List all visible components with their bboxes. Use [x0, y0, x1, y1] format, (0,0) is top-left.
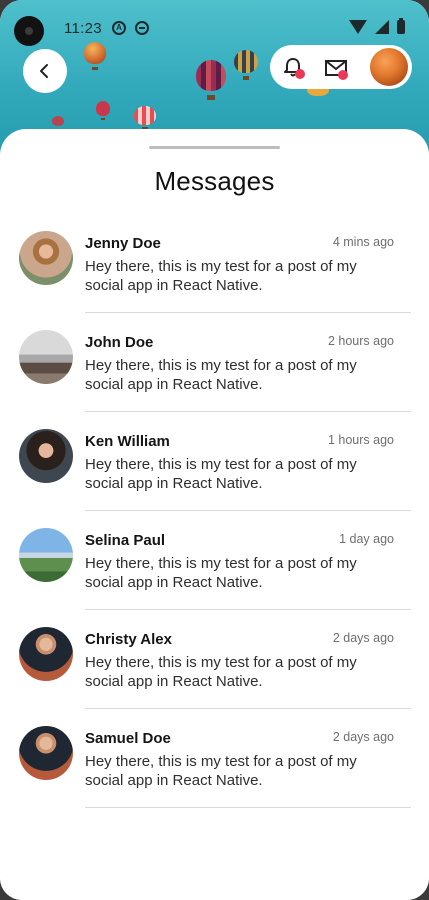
- message-preview: Hey there, this is my test for a post of…: [85, 258, 357, 294]
- message-preview: Hey there, this is my test for a post of…: [85, 555, 357, 591]
- sender-name: Selina Paul: [85, 532, 166, 549]
- signal-icon: [375, 20, 389, 34]
- avatar: [19, 627, 73, 681]
- message-time: 2 days ago: [332, 730, 394, 744]
- message-time: 1 day ago: [339, 532, 394, 546]
- divider: [85, 708, 411, 709]
- system-icons: [349, 18, 405, 34]
- notification-button[interactable]: [282, 56, 305, 79]
- do-not-disturb-icon: [135, 21, 149, 35]
- divider: [85, 609, 411, 610]
- battery-icon: [397, 18, 405, 34]
- avatar: [19, 429, 73, 483]
- messages-button[interactable]: [324, 58, 348, 80]
- hot-air-balloon-image: [134, 106, 156, 130]
- message-time: 2 hours ago: [327, 334, 394, 348]
- sender-name: Christy Alex: [85, 631, 172, 648]
- camera-cutout: [14, 16, 44, 46]
- message-time: 1 hours ago: [327, 433, 394, 447]
- sender-name: John Doe: [85, 334, 154, 351]
- avatar: [19, 330, 73, 384]
- divider: [85, 807, 411, 808]
- chevron-left-icon: [40, 64, 48, 78]
- back-button[interactable]: [23, 49, 67, 93]
- avatar: [19, 528, 73, 582]
- divider: [85, 411, 411, 412]
- message-row[interactable]: Christy Alex 2 days ago Hey there, this …: [0, 627, 429, 726]
- avatar: [19, 726, 73, 780]
- message-row[interactable]: John Doe 2 hours ago Hey there, this is …: [0, 330, 429, 429]
- message-row[interactable]: Samuel Doe 2 days ago Hey there, this is…: [0, 726, 429, 825]
- message-preview: Hey there, this is my test for a post of…: [85, 753, 357, 789]
- sender-name: Samuel Doe: [85, 730, 171, 747]
- message-badge: [338, 70, 348, 80]
- header-actions: [270, 45, 412, 89]
- message-row[interactable]: Selina Paul 1 day ago Hey there, this is…: [0, 528, 429, 627]
- divider: [85, 312, 411, 313]
- message-preview: Hey there, this is my test for a post of…: [85, 357, 357, 393]
- sender-name: Jenny Doe: [85, 235, 161, 252]
- avatar: [19, 231, 73, 285]
- hot-air-balloon-image: [96, 101, 110, 120]
- message-time: 2 days ago: [332, 631, 394, 645]
- message-row[interactable]: Jenny Doe 4 mins ago Hey there, this is …: [0, 231, 429, 330]
- sender-name: Ken William: [85, 433, 170, 450]
- divider: [85, 510, 411, 511]
- status-time: 11:23: [64, 20, 102, 37]
- messages-sheet: Messages Jenny Doe 4 mins ago Hey there,…: [0, 129, 429, 900]
- message-preview: Hey there, this is my test for a post of…: [85, 654, 357, 690]
- notification-badge: [295, 69, 305, 79]
- phone-screen: 11:23 A Messages Jenny Doe 4 mins ago He…: [0, 0, 429, 900]
- hot-air-balloon-image: [52, 116, 64, 129]
- wifi-icon: [349, 20, 367, 34]
- message-preview: Hey there, this is my test for a post of…: [85, 456, 357, 492]
- hot-air-balloon-image: [196, 60, 226, 100]
- notification-a-icon: A: [112, 21, 126, 35]
- profile-avatar[interactable]: [370, 48, 408, 86]
- page-title: Messages: [154, 166, 275, 196]
- sheet-drag-handle[interactable]: [149, 146, 280, 149]
- message-row[interactable]: Ken William 1 hours ago Hey there, this …: [0, 429, 429, 528]
- message-time: 4 mins ago: [332, 235, 394, 249]
